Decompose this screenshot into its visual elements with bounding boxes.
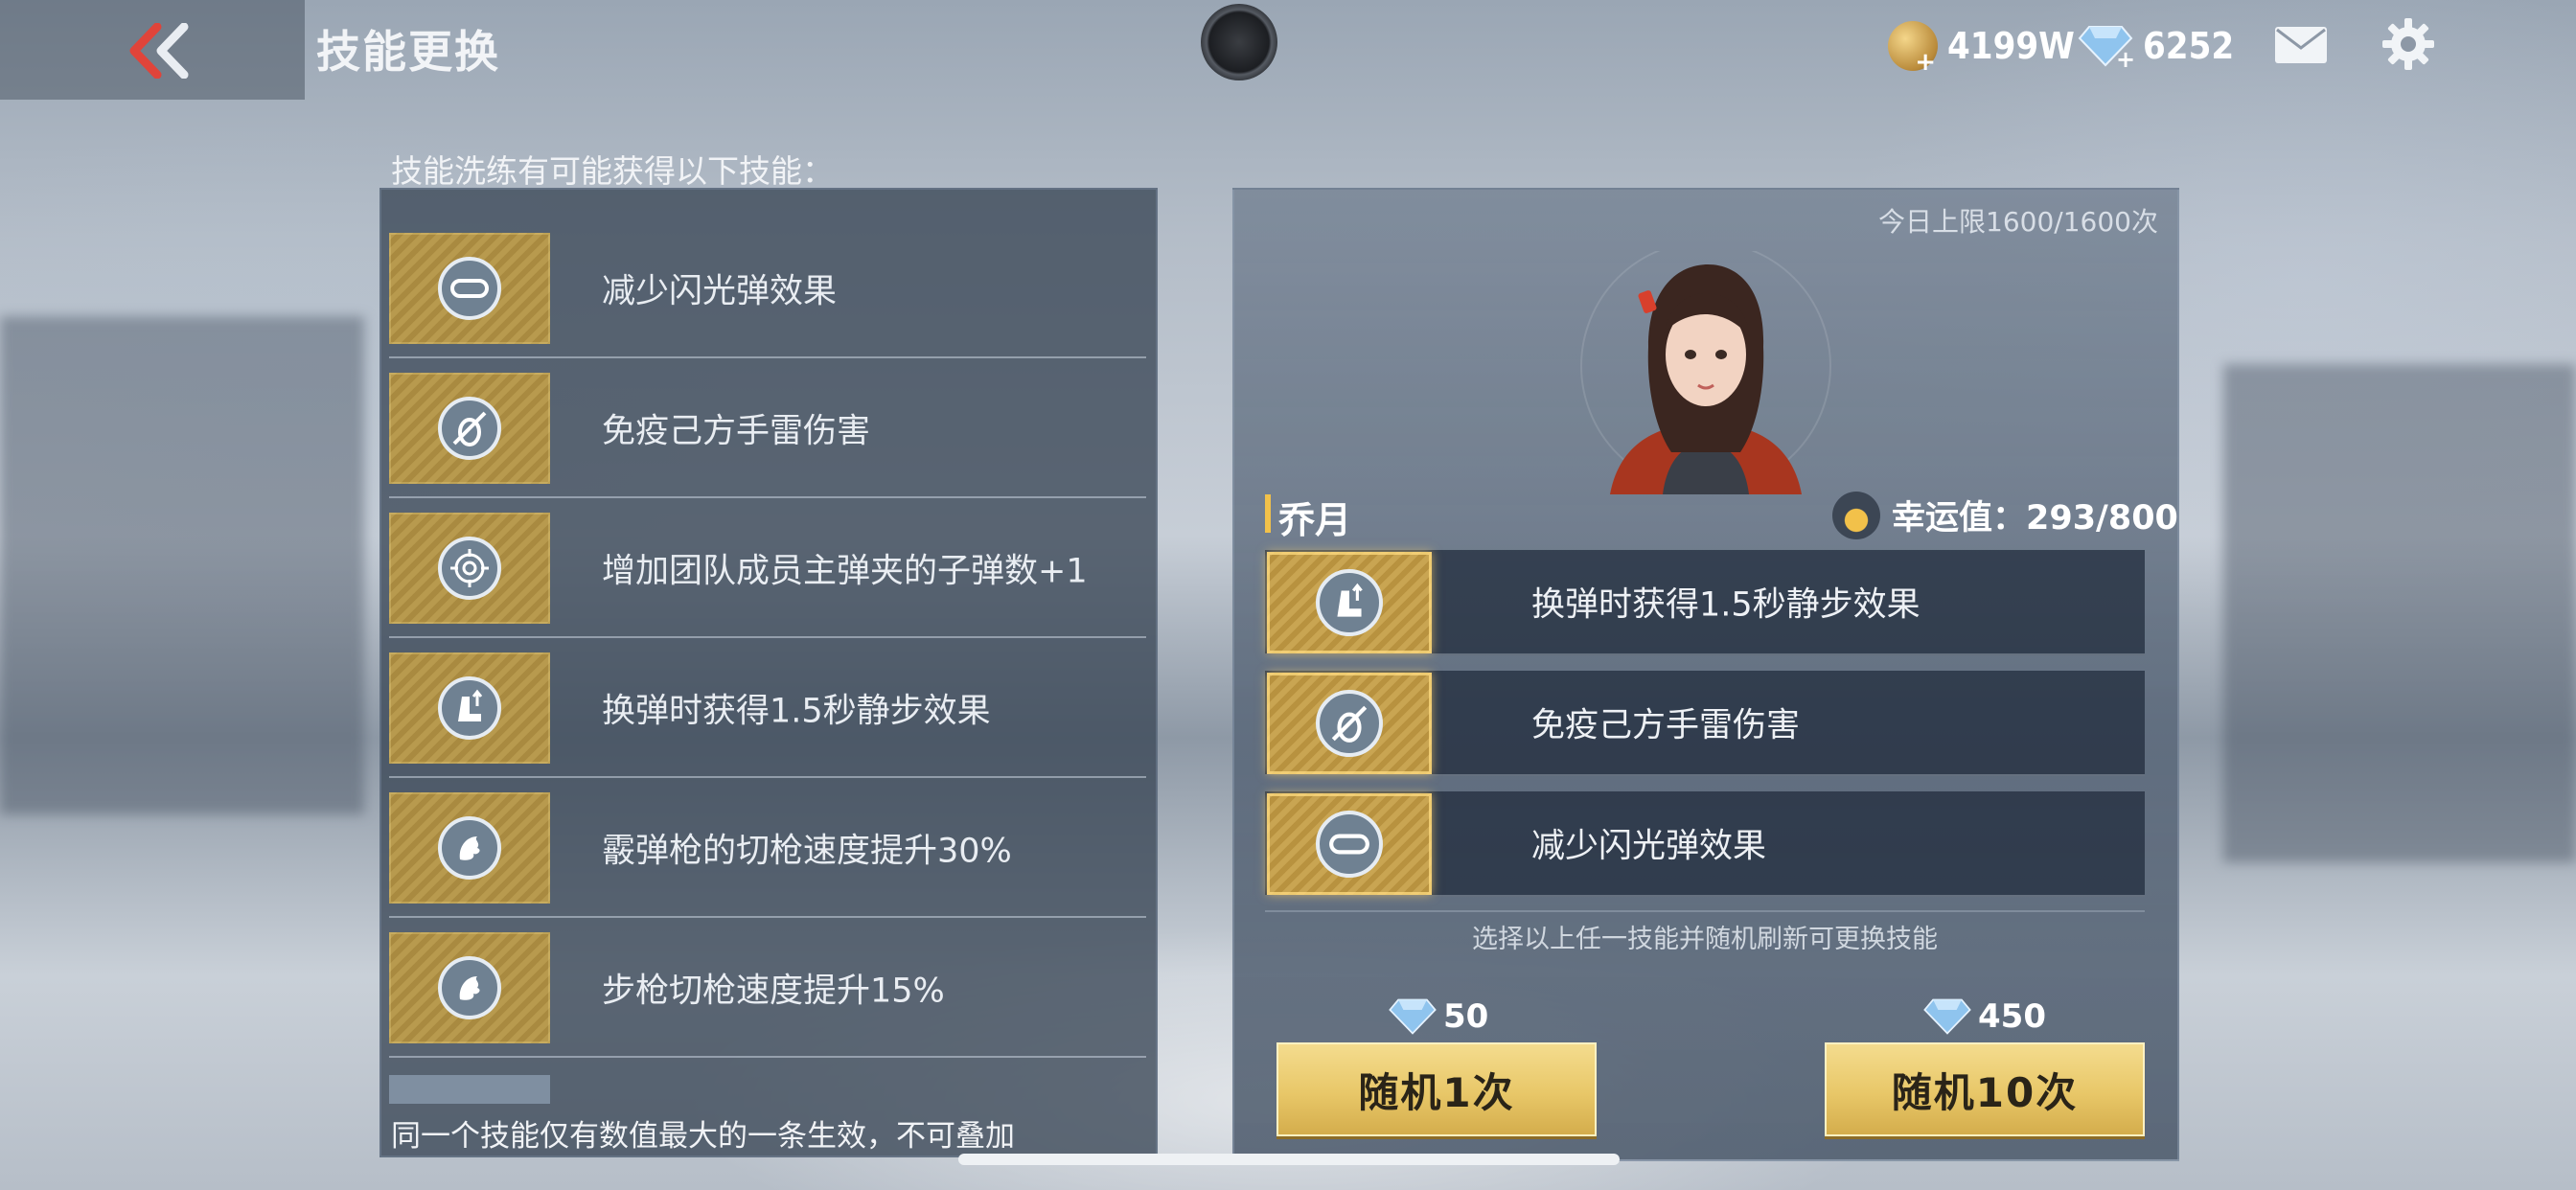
luck-value: 幸运值：293/800 — [1832, 491, 2178, 539]
gold-coin-icon — [1888, 21, 1938, 77]
skill-tile — [389, 373, 550, 484]
diamond-icon: + — [2078, 26, 2133, 69]
random-ten-cost: 450 — [1922, 996, 2046, 1037]
current-skill-slot[interactable]: 免疫己方手雷伤害 — [1265, 671, 2145, 776]
gear-icon[interactable] — [2381, 17, 2435, 71]
skill-pool-label: 霰弹枪的切枪速度提升30% — [602, 832, 1012, 871]
skill-tile — [389, 932, 550, 1043]
skill-pool-label: 步枪切枪速度提升15% — [602, 972, 945, 1011]
skill-pool-note: 同一个技能仅有数值最大的一条生效，不可叠加 — [391, 1119, 1015, 1154]
divider — [1265, 910, 2145, 912]
current-skill-label: 减少闪光弹效果 — [1531, 827, 1767, 866]
crosshair-icon — [450, 549, 489, 587]
diamond-counter[interactable]: + 6252 — [2078, 17, 2234, 75]
skill-tile-partial — [389, 1075, 550, 1104]
luck-label: 幸运值：293/800 — [1892, 499, 2178, 538]
skill-pool-list[interactable]: 减少闪光弹效果 免疫己方手雷伤害 增加团队成员主弹夹的子弹数+1 换弹时获得1.… — [380, 188, 1158, 1157]
skill-tile — [1267, 552, 1432, 653]
svg-text:+: + — [2116, 46, 2133, 69]
current-skill-slot[interactable]: 换弹时获得1.5秒静步效果 — [1265, 550, 2145, 655]
skill-pool-item: 霰弹枪的切枪速度提升30% — [389, 780, 1146, 918]
skill-pool-label: 减少闪光弹效果 — [602, 272, 838, 311]
page-title: 技能更换 — [316, 26, 500, 78]
random-once-button[interactable]: 随机1次 — [1276, 1042, 1597, 1136]
goggles-icon — [1329, 834, 1369, 855]
diamond-icon — [1389, 998, 1437, 1035]
character-name: 乔月 — [1278, 499, 1352, 541]
skill-pool-item: 增加团队成员主弹夹的子弹数+1 — [389, 500, 1146, 638]
daily-limit: 今日上限1600/1600次 — [1878, 206, 2158, 238]
skill-pool-label: 增加团队成员主弹夹的子弹数+1 — [602, 552, 1088, 591]
cost-value: 450 — [1978, 997, 2046, 1036]
current-skill-slot[interactable]: 减少闪光弹效果 — [1265, 791, 2145, 897]
floating-assist-button[interactable] — [1201, 4, 1277, 80]
skill-pool-heading: 技能洗练有可能获得以下技能： — [391, 152, 834, 190]
skill-tile — [389, 233, 550, 344]
gold-counter[interactable]: 4199W — [1888, 17, 2075, 77]
diamond-value: 6252 — [2143, 25, 2235, 67]
goggles-icon — [450, 279, 489, 298]
gold-value: 4199W — [1947, 25, 2075, 67]
dragon-icon — [459, 836, 480, 860]
skill-tile — [389, 792, 550, 904]
grenade-immunity-icon — [1331, 705, 1368, 743]
boot-icon — [1337, 583, 1363, 617]
cost-value: 50 — [1443, 997, 1489, 1036]
skill-pool-item: 免疫己方手雷伤害 — [389, 360, 1146, 498]
skill-pool-label: 免疫己方手雷伤害 — [602, 412, 871, 451]
boot-icon — [458, 689, 483, 721]
replace-hint: 选择以上任一技能并随机刷新可更换技能 — [1472, 925, 1938, 954]
grenade-immunity-icon — [452, 411, 487, 446]
diamond-icon — [1923, 998, 1971, 1035]
background-building — [2223, 364, 2576, 862]
current-skill-label: 换弹时获得1.5秒静步效果 — [1531, 585, 1920, 625]
mail-icon[interactable] — [2273, 25, 2329, 65]
name-accent-bar — [1265, 494, 1271, 533]
skill-tile — [389, 652, 550, 764]
home-indicator[interactable] — [958, 1154, 1620, 1165]
character-portrait — [1580, 251, 1831, 494]
skill-tile — [389, 513, 550, 624]
random-ten-button[interactable]: 随机10次 — [1825, 1042, 2145, 1136]
skill-pool-item: 步枪切枪速度提升15% — [389, 920, 1146, 1058]
clover-icon — [1832, 491, 1880, 539]
background-building — [0, 316, 364, 814]
skill-pool-item: 减少闪光弹效果 — [389, 220, 1146, 358]
skill-pool-label: 换弹时获得1.5秒静步效果 — [602, 692, 991, 731]
skill-pool-item: 换弹时获得1.5秒静步效果 — [389, 640, 1146, 778]
random-once-cost: 50 — [1388, 996, 1488, 1037]
skill-tile — [1267, 793, 1432, 895]
skill-tile — [1267, 673, 1432, 774]
dragon-icon — [459, 976, 480, 1000]
back-button[interactable] — [0, 0, 305, 100]
back-chevron-icon — [129, 23, 189, 79]
current-skill-label: 免疫己方手雷伤害 — [1531, 706, 1801, 745]
